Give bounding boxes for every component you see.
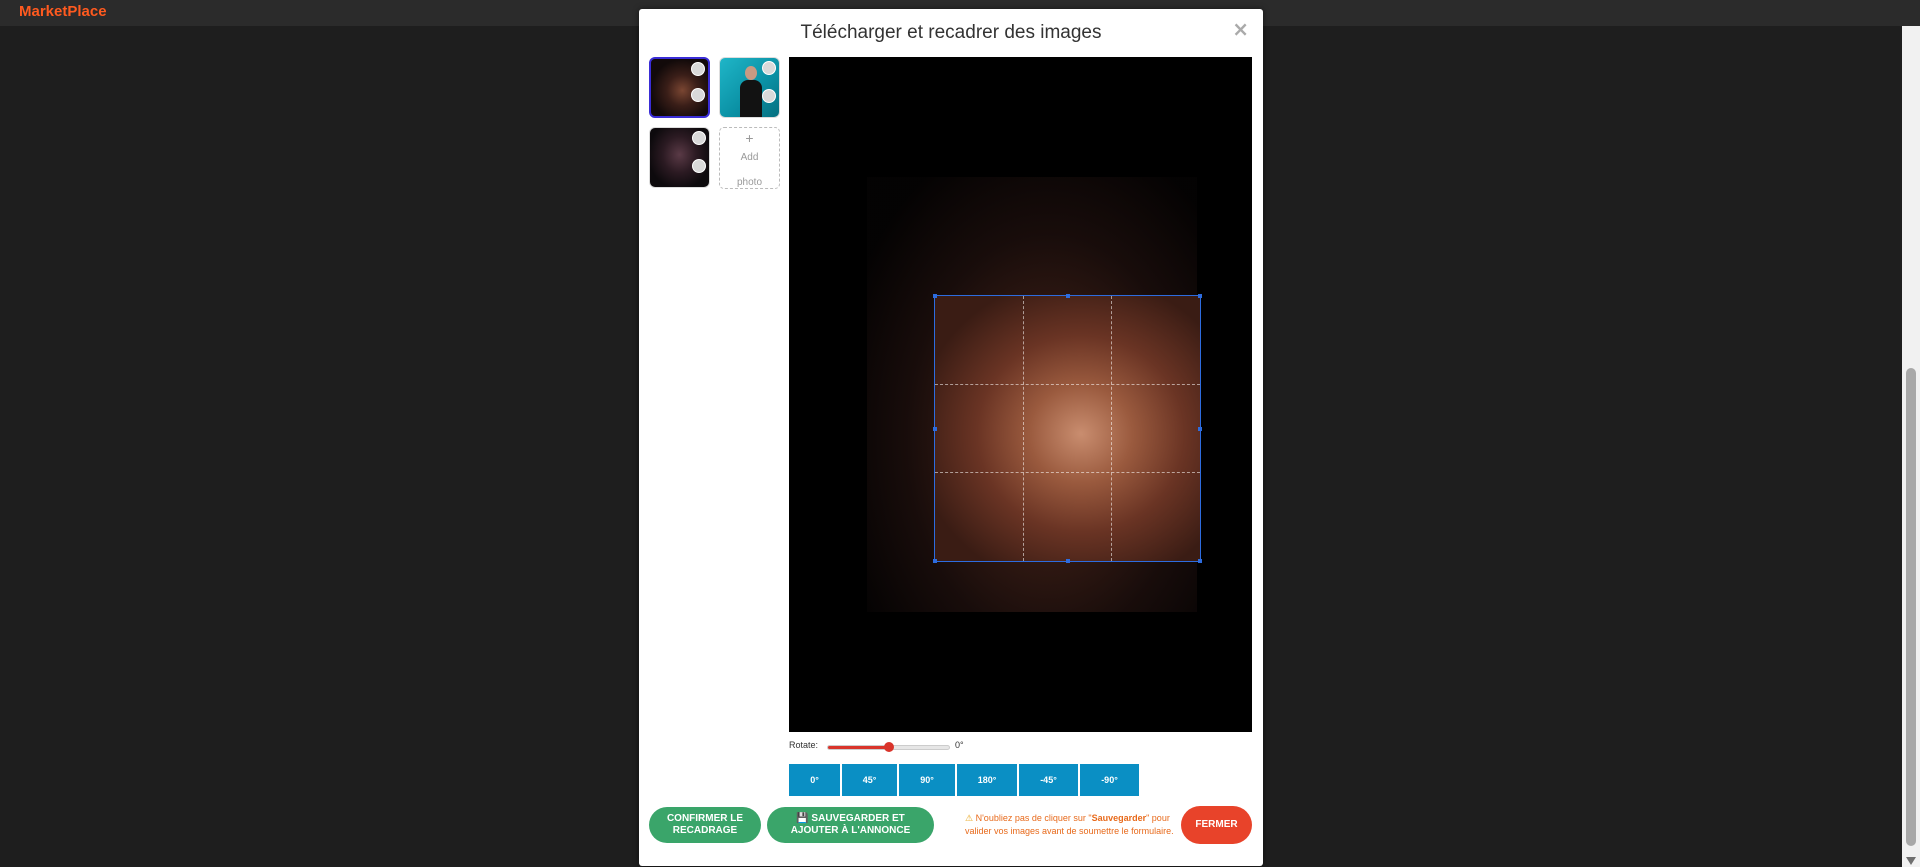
confirm-crop-label-2: RECADRAGE [672,825,738,836]
crop-selection-box[interactable] [933,294,1202,563]
save-icon: 💾 [796,813,812,824]
scroll-down-arrow-icon[interactable] [1906,857,1916,865]
thumbnail-photo-2[interactable] [719,57,780,118]
rotate-slider-fill [828,746,890,749]
crop-grid-line [935,472,1200,474]
rotate-90-button[interactable]: 90° [899,764,955,796]
confirm-crop-label: CONFIRMER LE [666,813,744,824]
remove-photo-icon[interactable] [692,131,706,145]
remove-photo-icon[interactable] [691,62,705,76]
save-reminder-text: ⚠ N'oubliez pas de cliquer sur "Sauvegar… [965,812,1180,838]
crop-canvas[interactable] [789,57,1252,732]
rotate-180-button[interactable]: 180° [957,764,1017,796]
modal-title: Télécharger et recadrer des images [800,22,1102,43]
crop-handle-s[interactable] [1066,559,1070,563]
page-scrollbar[interactable] [1902,26,1920,867]
crop-handle-sw[interactable] [933,559,937,563]
rotate-minus-45-button[interactable]: -45° [1019,764,1078,796]
warning-icon: ⚠ [965,813,974,823]
save-label: SAUVEGARDER ET [811,813,905,824]
save-and-add-button[interactable]: 💾 SAUVEGARDER ET AJOUTER À L'ANNONCE [767,807,934,843]
add-photo-button[interactable]: + Add photo [719,127,780,189]
crop-grid-line [1023,296,1025,561]
crop-handle-w[interactable] [933,427,937,431]
crop-handle-nw[interactable] [933,294,937,298]
crop-handle-n[interactable] [1066,294,1070,298]
crop-grid-line [1111,296,1113,561]
add-photo-label-2: photo [736,177,763,188]
warning-prefix: N'oubliez pas de cliquer sur " [975,813,1092,823]
save-label-2: AJOUTER À L'ANNONCE [790,825,911,836]
rotate-minus-90-button[interactable]: -90° [1080,764,1139,796]
edit-photo-icon[interactable] [692,159,706,173]
scrollbar-thumb[interactable] [1906,368,1916,846]
add-photo-label: Add [740,152,759,163]
edit-photo-icon[interactable] [762,89,776,103]
rotate-0-button[interactable]: 0° [789,764,840,796]
plus-icon: + [745,130,754,146]
thumbnail-photo-3[interactable] [649,127,710,188]
rotate-slider-knob[interactable] [883,742,894,752]
warning-bold: Sauvegarder [1091,813,1147,823]
crop-handle-e[interactable] [1198,427,1202,431]
close-icon[interactable]: × [1232,17,1249,41]
close-button[interactable]: FERMER [1181,806,1252,844]
person-figure [740,66,762,117]
thumbnail-photo-1[interactable] [649,57,710,118]
remove-photo-icon[interactable] [762,61,776,75]
confirm-crop-button[interactable]: CONFIRMER LE RECADRAGE [649,807,761,843]
crop-handle-ne[interactable] [1198,294,1202,298]
edit-photo-icon[interactable] [691,88,705,102]
crop-grid-line [935,384,1200,386]
rotate-label: Rotate: [789,740,819,750]
rotate-45-button[interactable]: 45° [842,764,897,796]
rotate-value: 0° [955,740,964,750]
crop-handle-se[interactable] [1198,559,1202,563]
image-crop-modal: Télécharger et recadrer des images × + A… [639,9,1263,866]
brand-logo[interactable]: MarketPlace [19,3,107,20]
